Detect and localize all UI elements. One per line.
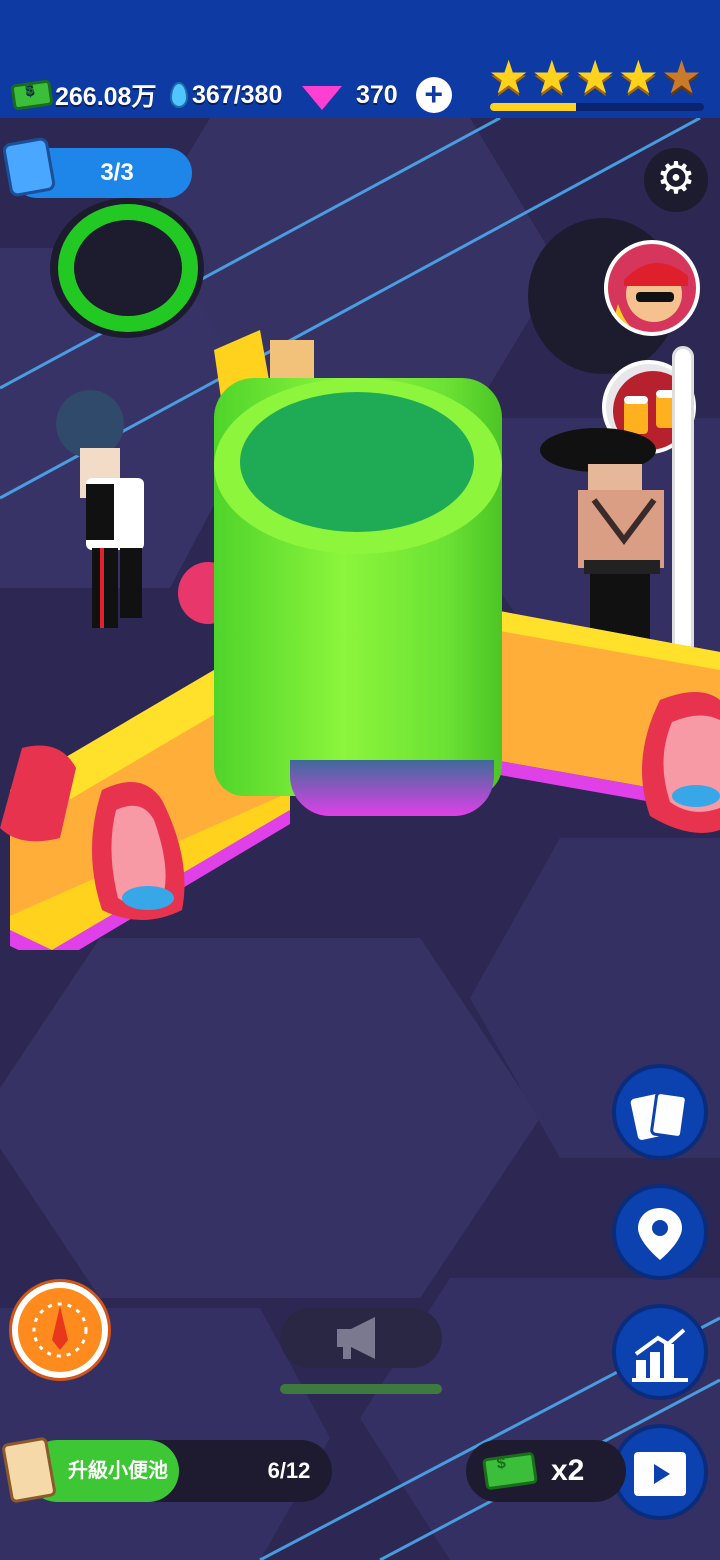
water-value: 367/380 [192,80,283,109]
lucky-wheel-button[interactable] [12,1282,108,1378]
green-tank-opening [240,392,474,532]
cash-stack-icon [482,1451,538,1491]
wheel-pointer-icon [32,1302,88,1358]
gem-icon [302,86,342,110]
vip-customer-avatar[interactable] [604,240,700,336]
star-icon: ★ [574,51,616,103]
megaphone-icon [337,1317,375,1359]
urinal-lips-edge [0,745,76,842]
upgrade-urinal-bar[interactable]: 升級小便池 6/12 [26,1440,332,1502]
upgrade-progress-count: 6/12 [267,1458,311,1483]
cash-multiplier-button[interactable]: x2 [466,1440,626,1502]
location-pin-icon [638,1208,682,1260]
add-gems-button[interactable]: + [415,77,452,113]
cash-value: 266.08万 [55,83,157,111]
multiplier-label: x2 [551,1454,585,1487]
id-card-icon [1,136,57,198]
location-button[interactable] [612,1184,708,1280]
top-hud-bar: 266.08万 367/380 370 + ★ ★ ★ ★ ★ [0,0,720,118]
star-bronze-icon: ★ [661,51,703,103]
cash-counter: 266.08万 [10,76,157,114]
star-progress-fill [490,103,576,111]
cards-icon [630,1091,688,1140]
gem-value: 370 [356,80,398,109]
rating-stars: ★ ★ ★ ★ ★ [488,54,702,100]
megaphone-button[interactable] [280,1308,442,1368]
timer-ring [58,204,198,332]
video-icon [634,1452,686,1496]
gem-counter: 370 + [302,76,452,114]
star-icon: ★ [488,51,530,103]
customer-count-value: 3/3 [100,159,134,186]
stats-chart-icon [632,1328,688,1382]
cash-icon [10,79,54,111]
green-tank-base [290,760,494,816]
star-icon: ★ [531,51,573,103]
urinal-lips-left[interactable] [82,780,196,930]
cards-button[interactable] [612,1064,708,1160]
megaphone-cooldown-bar [280,1384,442,1394]
watch-video-button[interactable] [612,1424,708,1520]
settings-gear-button[interactable]: ⚙ [644,148,708,212]
water-drop-icon [170,82,188,108]
star-icon: ★ [617,51,659,103]
star-progress-bar [490,103,704,111]
stats-button[interactable] [612,1304,708,1400]
urinal-lips-right[interactable] [630,690,720,840]
upgrade-label: 升級小便池 [68,1460,168,1482]
water-counter: 367/380 [170,76,282,114]
